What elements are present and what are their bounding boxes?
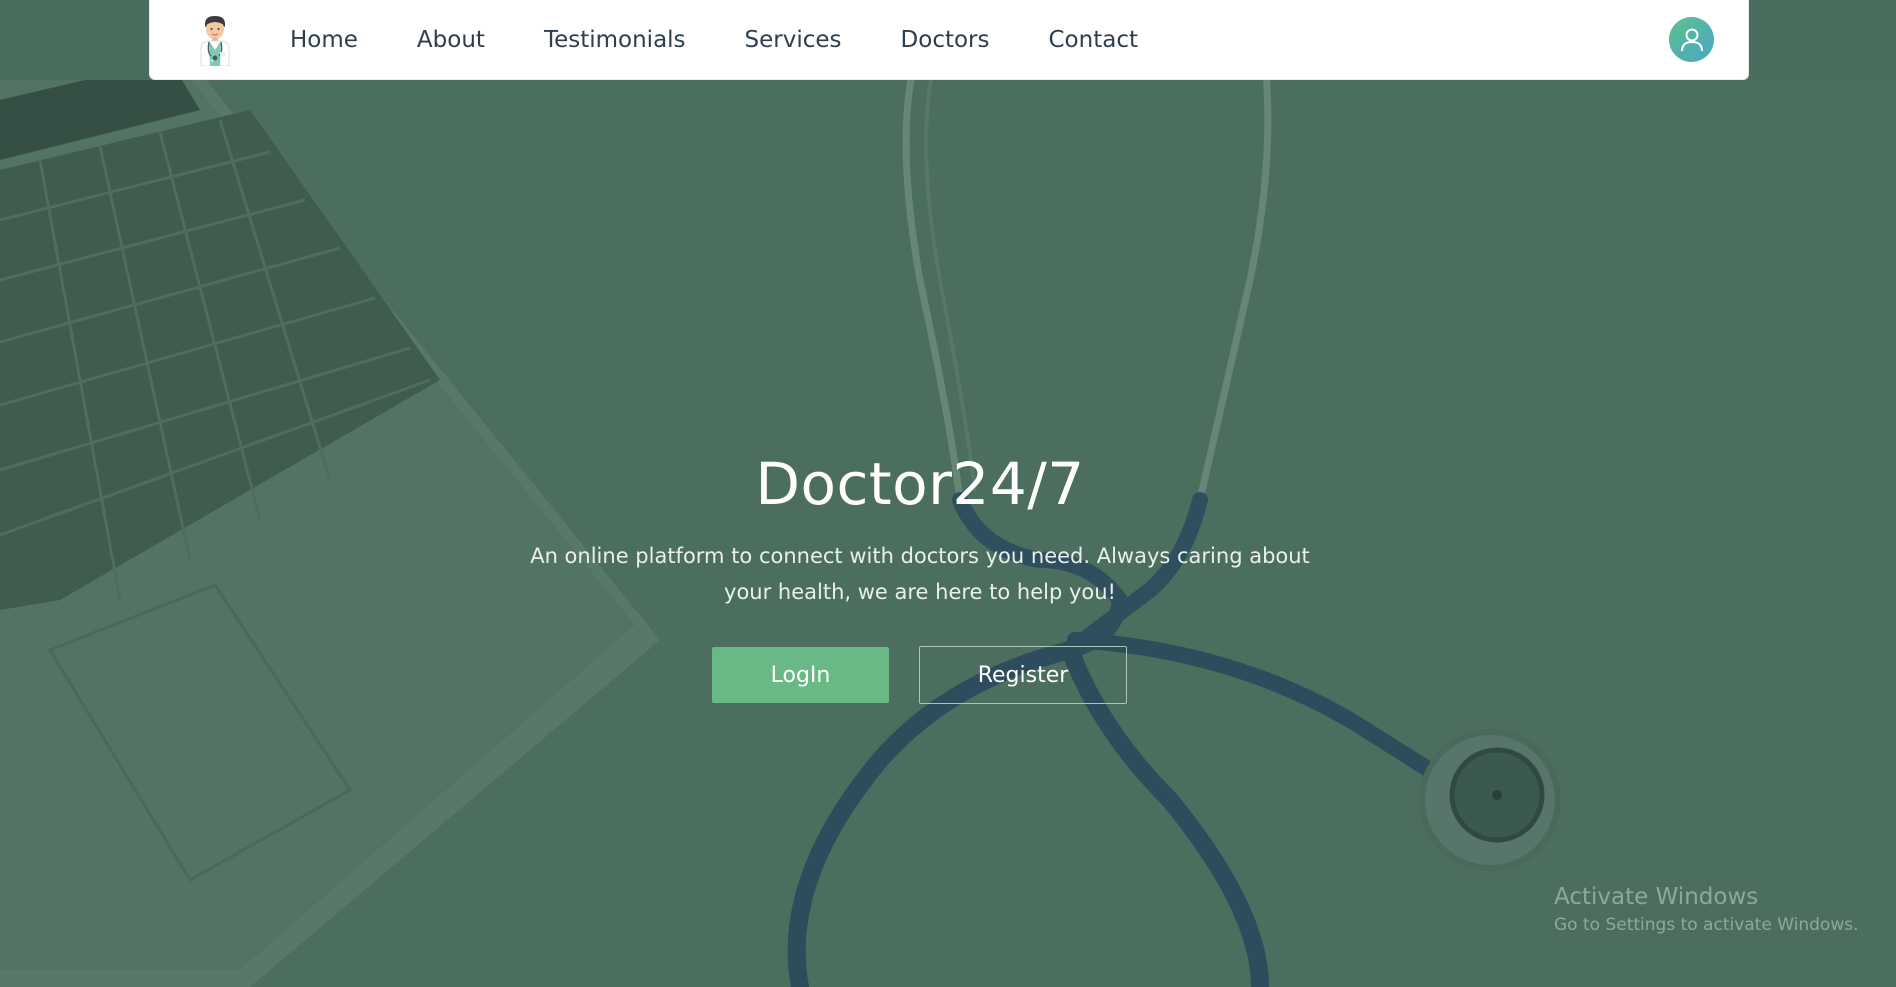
hero-background-image xyxy=(0,80,1896,987)
navbar: D+ Home About Testimonials Services Doct… xyxy=(149,0,1749,80)
watermark-title: Activate Windows xyxy=(1554,884,1759,910)
watermark-subtitle: Go to Settings to activate Windows. xyxy=(1554,915,1859,935)
login-button[interactable]: LogIn xyxy=(712,647,889,703)
nav-link-contact[interactable]: Contact xyxy=(1049,27,1138,53)
nav-link-about[interactable]: About xyxy=(417,27,485,53)
nav-links: Home About Testimonials Services Doctors… xyxy=(290,0,1197,80)
user-icon xyxy=(1680,28,1703,51)
hero-section: Doctor24/7 An online platform to connect… xyxy=(0,80,1896,987)
svg-text:D+: D+ xyxy=(205,58,215,65)
hero-title: Doctor24/7 xyxy=(755,450,1085,518)
hero-subtitle: An online platform to connect with docto… xyxy=(530,544,1310,604)
nav-link-doctors[interactable]: Doctors xyxy=(901,27,990,53)
register-button[interactable]: Register xyxy=(919,646,1127,704)
doctor-logo-icon[interactable]: D+ xyxy=(198,14,232,66)
nav-link-services[interactable]: Services xyxy=(745,27,842,53)
page: D+ Home About Testimonials Services Doct… xyxy=(0,0,1896,987)
nav-link-home[interactable]: Home xyxy=(290,27,358,53)
nav-link-testimonials[interactable]: Testimonials xyxy=(544,27,686,53)
user-avatar-button[interactable] xyxy=(1669,17,1714,62)
windows-activation-watermark: Activate Windows Go to Settings to activ… xyxy=(1554,882,1859,938)
